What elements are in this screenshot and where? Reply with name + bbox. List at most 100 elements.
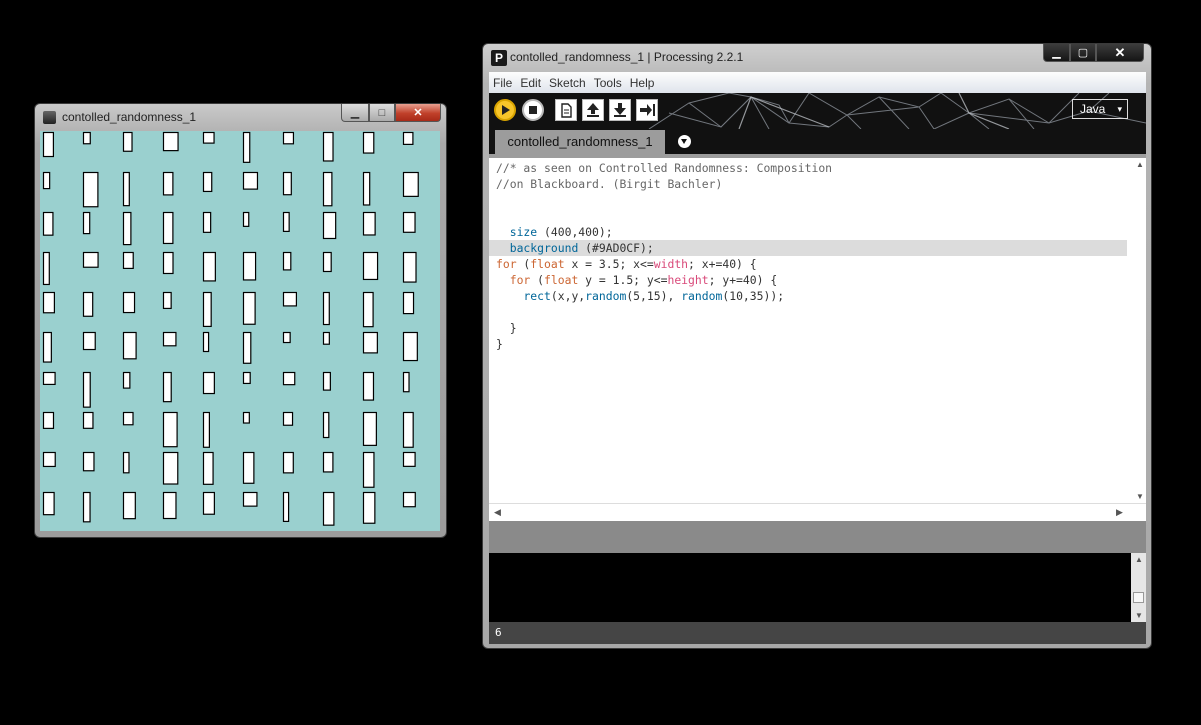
sketch-rect (322, 211, 337, 240)
console-scroll-up-arrow-icon[interactable]: ▲ (1135, 555, 1143, 564)
stop-button[interactable] (522, 99, 544, 121)
sketch-rect (242, 331, 252, 364)
code-line[interactable]: background (#9AD0CF); (489, 240, 1127, 256)
code-line[interactable]: rect(x,y,random(5,15), random(10,35)); (489, 288, 1127, 304)
tab-menu-arrow-icon (681, 139, 687, 144)
new-sketch-button[interactable] (555, 99, 577, 121)
ide-titlebar[interactable]: P contolled_randomness_1 | Processing 2.… (483, 44, 1151, 71)
mode-label: Java (1080, 102, 1106, 116)
menu-sketch[interactable]: Sketch (549, 76, 586, 90)
console-scrollbar[interactable]: ▲ ▼ (1131, 553, 1146, 622)
code-line[interactable]: for (float x = 3.5; x<=width; x+=40) { (489, 256, 1127, 272)
run-button[interactable] (494, 99, 516, 121)
open-sketch-button[interactable] (582, 99, 604, 121)
sketch-rect (122, 491, 136, 520)
code-token: float (530, 257, 565, 271)
code-line[interactable]: for (float y = 1.5; y<=height; y+=40) { (489, 272, 1127, 288)
save-sketch-button[interactable] (609, 99, 631, 121)
code-token: ; x+=40) { (688, 257, 757, 271)
scroll-left-arrow-icon[interactable]: ◀ (494, 507, 501, 518)
editor-vertical-scrollbar[interactable]: ▲ ▼ (1133, 158, 1146, 503)
sketch-rect (42, 211, 54, 236)
code-token: ( (530, 273, 545, 287)
editor-horizontal-scrollbar[interactable]: ◀ ▶ (489, 503, 1146, 522)
sketch-rect (282, 171, 292, 196)
sketch-canvas (40, 131, 440, 531)
code-line[interactable]: //on Blackboard. (Birgit Bachler) (489, 176, 1127, 192)
sketch-rect (42, 491, 55, 516)
upload-arrow-icon (587, 103, 599, 117)
code-line[interactable]: size (400,400); (489, 224, 1127, 240)
code-editor[interactable]: //* as seen on Controlled Randomness: Co… (489, 158, 1146, 503)
code-token: (#9AD0CF); (578, 241, 654, 255)
scroll-up-arrow-icon[interactable]: ▲ (1136, 160, 1144, 169)
sketch-rect (362, 491, 376, 524)
sketch-rect (82, 331, 96, 351)
sketch-minimize-button[interactable]: ▁ (341, 104, 369, 122)
code-token: } (496, 337, 503, 351)
console-scroll-down-arrow-icon[interactable]: ▼ (1135, 611, 1143, 620)
code-token: height (667, 273, 709, 287)
scroll-down-arrow-icon[interactable]: ▼ (1136, 492, 1144, 501)
menu-help[interactable]: Help (630, 76, 655, 90)
sketch-close-button[interactable]: ✕ (395, 104, 441, 122)
code-token: } (496, 321, 517, 335)
ide-close-button[interactable]: ✕ (1096, 44, 1144, 62)
processing-ide-window: P contolled_randomness_1 | Processing 2.… (482, 43, 1152, 649)
java-app-icon (43, 111, 56, 124)
sketch-rect (322, 171, 333, 207)
sketch-rect (402, 251, 417, 283)
menu-tools[interactable]: Tools (594, 76, 622, 90)
console-scroll-thumb[interactable] (1133, 592, 1144, 603)
sketch-rect (162, 251, 174, 275)
download-arrow-icon (614, 103, 626, 117)
sketch-rect (242, 371, 251, 385)
sketch-rect (242, 291, 256, 325)
message-area (489, 521, 1146, 553)
code-area[interactable]: //* as seen on Controlled Randomness: Co… (489, 158, 1127, 503)
code-line[interactable] (489, 192, 1127, 208)
ide-minimize-button[interactable]: ▁ (1043, 44, 1070, 62)
export-button[interactable] (636, 99, 658, 121)
sketch-drawing (42, 131, 419, 526)
sketch-rect (202, 211, 212, 233)
code-line[interactable] (489, 208, 1127, 224)
sketch-rect (122, 251, 134, 270)
sketch-rect (202, 331, 210, 353)
code-line[interactable]: } (489, 336, 1127, 352)
sketch-titlebar[interactable]: contolled_randomness_1 ▁ □ ✕ (35, 104, 446, 131)
menu-edit[interactable]: Edit (520, 76, 541, 90)
sketch-rect (282, 251, 292, 271)
sketch-rect (42, 171, 51, 190)
sketch-rect (202, 251, 216, 282)
sketch-rect (42, 371, 56, 386)
sketch-rect (362, 291, 374, 328)
scroll-right-arrow-icon[interactable]: ▶ (1116, 507, 1123, 518)
tab-menu-button[interactable] (678, 135, 691, 148)
sketch-rect (402, 131, 414, 145)
code-line[interactable]: //* as seen on Controlled Randomness: Co… (489, 160, 1127, 176)
sketch-rect (322, 411, 330, 439)
menu-file[interactable]: File (493, 76, 512, 90)
sketch-rect (82, 411, 94, 429)
ide-maximize-button[interactable]: ▢ (1070, 44, 1096, 62)
code-token: y = 1.5; y<= (578, 273, 668, 287)
sketch-rect (202, 411, 210, 448)
sketch-rect (282, 451, 294, 474)
mode-dropdown[interactable]: Java ▾ (1072, 99, 1128, 119)
tab-sketch-file[interactable]: contolled_randomness_1 (495, 130, 665, 155)
code-line[interactable] (489, 304, 1127, 320)
code-line[interactable]: } (489, 320, 1127, 336)
code-token: (400,400); (537, 225, 613, 239)
sketch-rect (362, 411, 377, 446)
status-line-number: 6 (489, 622, 1146, 644)
sketch-maximize-button[interactable]: □ (369, 104, 395, 122)
code-token: for (509, 273, 531, 287)
code-token: width (653, 257, 689, 271)
sketch-rect (242, 451, 255, 484)
sketch-rect (82, 451, 95, 472)
sketch-rect (402, 171, 419, 197)
sketch-rect (322, 251, 332, 273)
